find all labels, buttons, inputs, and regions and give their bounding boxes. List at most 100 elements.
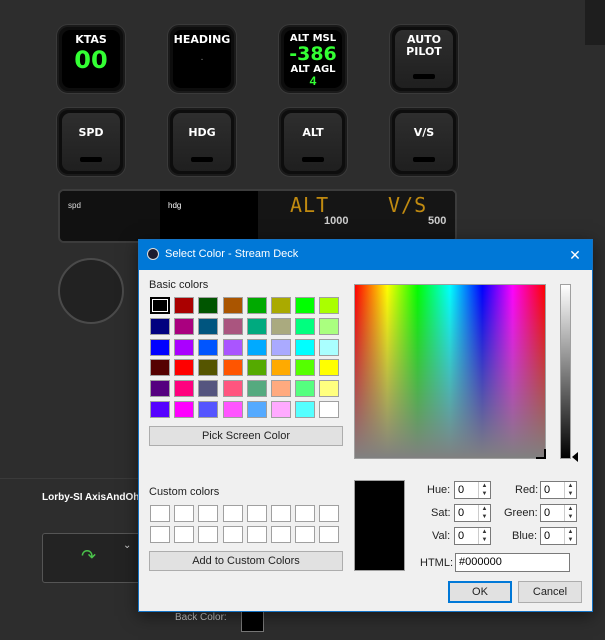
add-to-custom-colors-button[interactable]: Add to Custom Colors [149,551,343,571]
blue-spinbox[interactable]: 0 ▲ ▼ [540,527,577,545]
basic-color-swatch[interactable] [246,359,267,377]
basic-color-swatch[interactable] [150,380,170,398]
basic-color-swatch[interactable] [198,359,219,377]
color-spectrum[interactable] [354,284,546,459]
basic-color-swatch[interactable] [295,380,316,398]
spin-arrows-icon[interactable]: ▲ ▼ [478,505,490,521]
basic-color-swatch[interactable] [222,317,243,335]
basic-color-swatch[interactable] [295,338,316,356]
spin-arrows-icon[interactable]: ▲ ▼ [478,482,490,498]
basic-color-swatch[interactable] [271,317,291,335]
basic-color-swatch[interactable] [174,359,195,377]
basic-color-swatch[interactable] [222,380,243,398]
basic-color-swatch[interactable] [222,297,243,314]
key-alt[interactable]: ALT [279,108,347,176]
basic-color-swatch[interactable] [198,380,219,398]
basic-color-swatch[interactable] [271,401,291,418]
custom-color-swatch[interactable] [246,526,267,543]
basic-color-swatch[interactable] [246,380,267,398]
basic-color-swatch[interactable] [295,359,316,377]
basic-color-swatch[interactable] [271,338,291,356]
basic-color-swatch[interactable] [246,338,267,356]
custom-color-swatch[interactable] [150,505,170,522]
custom-color-swatch[interactable] [222,505,243,522]
key-ktas[interactable]: KTAS 00 [57,25,125,93]
back-color-swatch[interactable] [241,610,264,632]
basic-color-swatch[interactable] [319,380,340,398]
basic-color-swatch[interactable] [198,401,219,418]
basic-color-swatch[interactable] [150,338,170,356]
custom-color-swatch[interactable] [271,505,291,522]
basic-color-swatch[interactable] [150,401,170,418]
custom-color-swatch[interactable] [222,526,243,543]
custom-color-swatch[interactable] [319,505,340,522]
custom-color-swatch[interactable] [174,526,195,543]
sat-spinbox[interactable]: 0 ▲ ▼ [454,504,491,522]
chevron-down-icon[interactable]: ⌄ [123,540,131,551]
custom-color-swatch[interactable] [174,505,195,522]
strip-segment-alt[interactable]: ALT 1000 [258,191,358,241]
basic-color-swatch[interactable] [319,359,340,377]
basic-color-swatch[interactable] [174,380,195,398]
custom-color-swatch[interactable] [295,526,316,543]
strip-segment-spd[interactable]: spd [60,191,160,241]
strip-segment-vs[interactable]: V/S 500 [358,191,455,241]
basic-color-swatch[interactable] [198,317,219,335]
basic-color-swatch[interactable] [174,338,195,356]
luminance-arrow-icon[interactable] [572,452,578,462]
basic-color-swatch[interactable] [246,401,267,418]
key-altitude[interactable]: ALT MSL -386 ALT AGL 4 [279,25,347,93]
custom-color-swatch[interactable] [319,526,340,543]
close-icon[interactable]: ✕ [564,244,586,266]
basic-color-swatch[interactable] [319,338,340,356]
basic-color-swatch[interactable] [319,317,340,335]
basic-color-swatch[interactable] [295,317,316,335]
ok-button[interactable]: OK [448,581,512,603]
spin-arrows-icon[interactable]: ▲ ▼ [564,528,576,544]
dial-knob[interactable] [58,258,124,324]
basic-color-swatch[interactable] [198,338,219,356]
basic-color-swatch[interactable] [271,380,291,398]
basic-color-swatch[interactable] [174,317,195,335]
basic-color-swatch[interactable] [222,338,243,356]
custom-color-swatch[interactable] [150,526,170,543]
key-heading[interactable]: HEADING . [168,25,236,93]
custom-color-swatch[interactable] [295,505,316,522]
basic-color-swatch[interactable] [198,297,219,314]
hue-spinbox[interactable]: 0 ▲ ▼ [454,481,491,499]
custom-color-swatch[interactable] [198,526,219,543]
cancel-button[interactable]: Cancel [518,581,582,603]
custom-color-swatch[interactable] [246,505,267,522]
dialog-titlebar[interactable]: Select Color - Stream Deck ✕ [139,240,592,270]
html-color-input[interactable]: #000000 [455,553,570,572]
basic-color-swatch[interactable] [174,297,195,314]
green-spinbox[interactable]: 0 ▲ ▼ [540,504,577,522]
basic-color-swatch[interactable] [295,401,316,418]
key-autopilot[interactable]: AUTO PILOT [390,25,458,93]
luminance-slider[interactable] [560,284,571,459]
spin-arrows-icon[interactable]: ▲ ▼ [564,482,576,498]
basic-color-swatch[interactable] [319,401,340,418]
action-selector[interactable]: ↷ ⌄ [42,533,142,583]
basic-color-swatch[interactable] [222,359,243,377]
custom-color-swatch[interactable] [198,505,219,522]
basic-color-swatch[interactable] [319,297,340,314]
red-spinbox[interactable]: 0 ▲ ▼ [540,481,577,499]
basic-color-swatch[interactable] [150,317,170,335]
basic-color-swatch[interactable] [271,297,291,314]
basic-color-swatch[interactable] [246,297,267,314]
spin-arrows-icon[interactable]: ▲ ▼ [478,528,490,544]
key-vs[interactable]: V/S [390,108,458,176]
basic-color-swatch[interactable] [150,359,170,377]
key-hdg[interactable]: HDG [168,108,236,176]
touch-strip[interactable]: spd hdg ALT 1000 V/S 500 [58,189,457,243]
strip-segment-hdg[interactable]: hdg [160,191,258,241]
pick-screen-color-button[interactable]: Pick Screen Color [149,426,343,446]
val-spinbox[interactable]: 0 ▲ ▼ [454,527,491,545]
basic-color-swatch[interactable] [150,297,170,314]
key-spd[interactable]: SPD [57,108,125,176]
basic-color-swatch[interactable] [271,359,291,377]
basic-color-swatch[interactable] [295,297,316,314]
basic-color-swatch[interactable] [222,401,243,418]
spectrum-cursor[interactable] [536,449,546,459]
